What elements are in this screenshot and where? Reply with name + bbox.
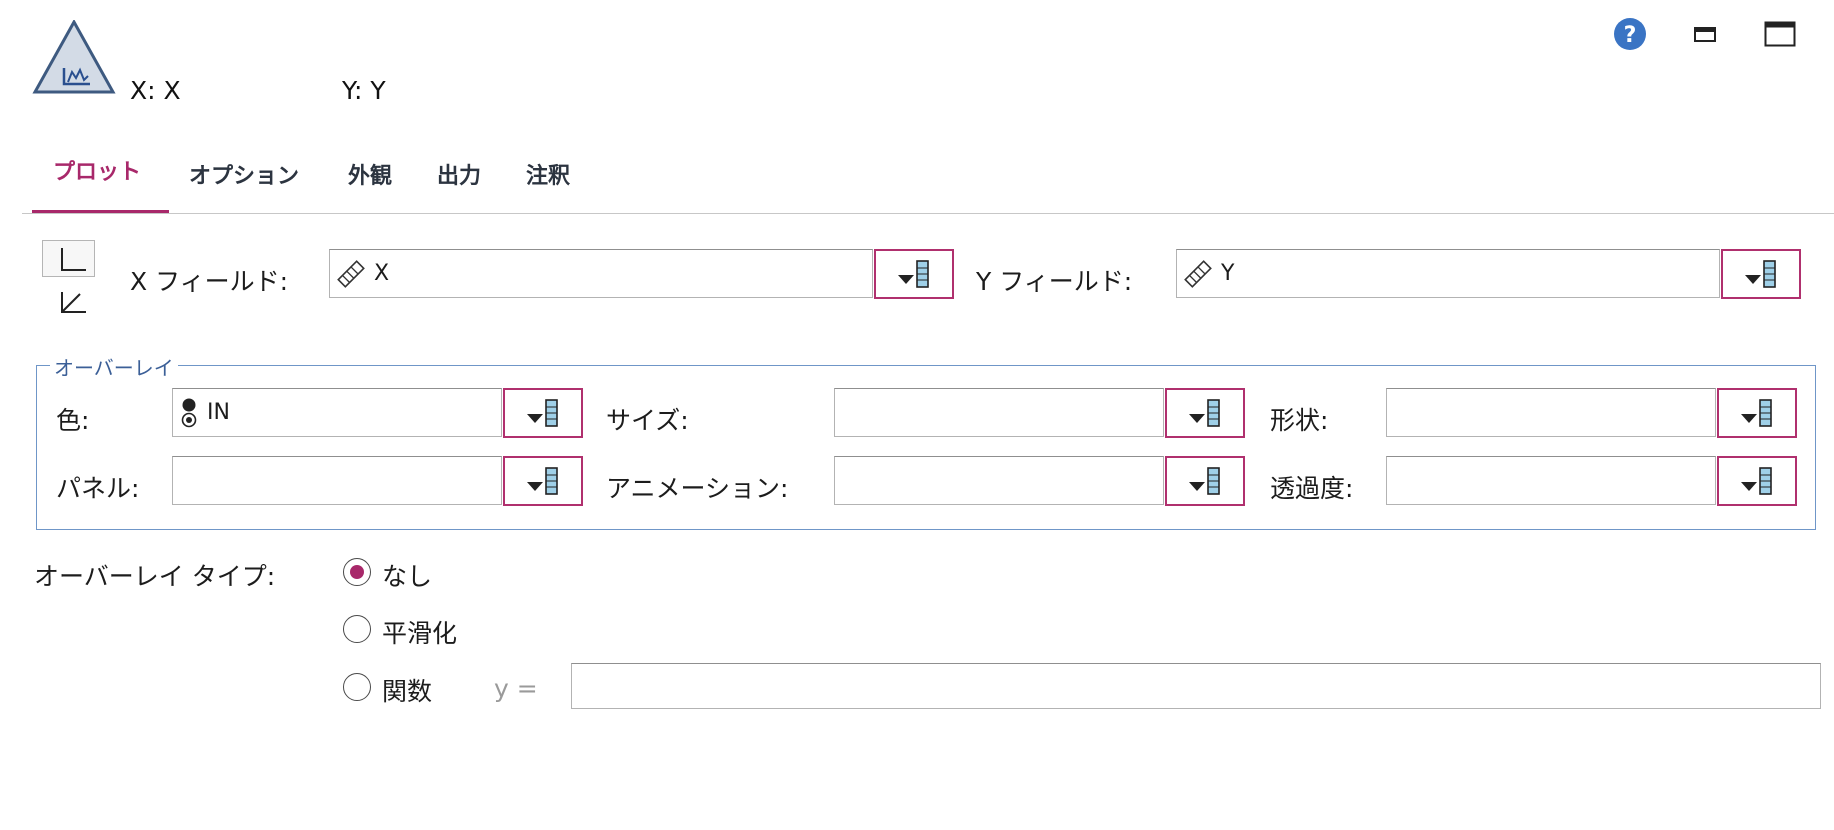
- tab-divider: [22, 213, 1834, 214]
- overlay-type-none-label: なし: [382, 562, 433, 591]
- minimize-button[interactable]: [1688, 14, 1722, 54]
- x-axis-summary: X: X: [130, 76, 181, 105]
- field-picker-icon: [1741, 399, 1772, 427]
- color-field-input[interactable]: IN: [172, 388, 502, 437]
- continuous-field-icon: [1184, 259, 1212, 288]
- transparency-label: 透過度:: [1270, 474, 1354, 503]
- y-field-label: Y フィールド:: [976, 267, 1133, 296]
- transparency-field-input[interactable]: [1386, 456, 1716, 505]
- overlay-type-label: オーバーレイ タイプ:: [34, 562, 276, 591]
- y-field-input[interactable]: Y: [1176, 249, 1720, 298]
- tab-annotations[interactable]: 注釈: [526, 158, 570, 190]
- overlay-group-title: オーバーレイ: [50, 352, 178, 381]
- plot-node-icon: [32, 18, 116, 96]
- color-field-value: IN: [207, 400, 230, 425]
- y-field-picker-button[interactable]: [1721, 249, 1801, 299]
- field-picker-icon: [527, 467, 558, 495]
- field-picker-icon: [898, 260, 929, 288]
- tab-options[interactable]: オプション: [189, 158, 299, 190]
- field-picker-icon: [1745, 260, 1776, 288]
- x-field-input[interactable]: X: [329, 249, 873, 298]
- transparency-picker-button[interactable]: [1717, 456, 1797, 506]
- overlay-type-none-radio[interactable]: [343, 558, 371, 586]
- color-picker-button[interactable]: [503, 388, 583, 438]
- animation-field-input[interactable]: [834, 456, 1164, 505]
- function-expression-input[interactable]: [571, 663, 1821, 709]
- field-picker-icon: [1741, 467, 1772, 495]
- size-label: サイズ:: [606, 406, 689, 435]
- overlay-type-smoothing-radio[interactable]: [343, 615, 371, 643]
- tab-appearance[interactable]: 外観: [348, 158, 392, 190]
- function-prefix-label: y =: [494, 674, 538, 703]
- overlay-type-function-label: 関数: [382, 677, 433, 706]
- y-field-value: Y: [1221, 261, 1235, 286]
- continuous-field-icon: [337, 259, 365, 288]
- radio-selected-dot: [350, 565, 364, 579]
- overlay-type-smoothing-label: 平滑化: [382, 619, 458, 648]
- minimize-icon: [1694, 27, 1716, 42]
- x-field-picker-button[interactable]: [874, 249, 954, 299]
- help-icon: ?: [1614, 18, 1646, 50]
- field-picker-icon: [527, 399, 558, 427]
- categorical-field-icon: [181, 398, 197, 427]
- shape-field-input[interactable]: [1386, 388, 1716, 437]
- overlay-type-function-radio[interactable]: [343, 673, 371, 701]
- field-picker-icon: [1189, 467, 1220, 495]
- y-axis-summary: Y: Y: [342, 76, 386, 105]
- shape-picker-button[interactable]: [1717, 388, 1797, 438]
- x-field-value: X: [374, 261, 390, 286]
- panel-field-input[interactable]: [172, 456, 502, 505]
- help-button[interactable]: ?: [1610, 14, 1650, 54]
- panel-label: パネル:: [56, 474, 140, 503]
- maximize-button[interactable]: [1760, 14, 1800, 54]
- size-field-input[interactable]: [834, 388, 1164, 437]
- svg-text:?: ?: [1624, 23, 1637, 48]
- tab-output[interactable]: 出力: [437, 158, 481, 190]
- size-picker-button[interactable]: [1165, 388, 1245, 438]
- x-field-label: X フィールド:: [130, 267, 288, 296]
- maximize-icon: [1764, 21, 1796, 47]
- animation-label: アニメーション:: [606, 474, 789, 503]
- animation-picker-button[interactable]: [1165, 456, 1245, 506]
- shape-label: 形状:: [1270, 406, 1329, 435]
- color-label: 色:: [56, 406, 90, 435]
- chart-type-toggle[interactable]: [42, 240, 96, 316]
- tab-plot[interactable]: プロット: [53, 154, 141, 186]
- panel-picker-button[interactable]: [503, 456, 583, 506]
- field-picker-icon: [1189, 399, 1220, 427]
